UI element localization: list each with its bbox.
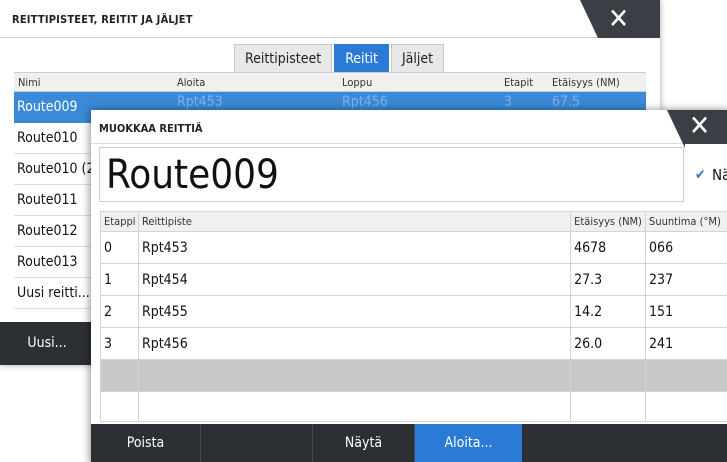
blank-cell xyxy=(137,391,572,422)
leg-number: 1 xyxy=(100,263,139,296)
empty-table-row xyxy=(100,359,727,392)
leg-waypoint: Rpt454 xyxy=(137,263,572,296)
leg-distance: 14.2 xyxy=(570,295,647,328)
route-name-field[interactable]: Route009 xyxy=(99,147,684,202)
edit-route-footer: Poista Näytä Aloita... xyxy=(91,424,727,462)
delete-button-label: Poista xyxy=(126,435,165,451)
tab-waypoints[interactable]: Reittipisteet xyxy=(234,44,333,72)
app-stage: REITTIPISTEET, REITIT JA JÄLJET ✕ Reitti… xyxy=(0,0,727,462)
table-row[interactable]: 2 Rpt455 14.2 151 xyxy=(100,295,727,328)
col-legs: Etapit xyxy=(504,76,534,89)
empty-cell xyxy=(570,359,647,392)
selected-row-distance: 67.5 xyxy=(552,94,581,110)
selected-route-row[interactable]: Rpt453 Rpt456 3 67.5 xyxy=(14,92,646,112)
close-icon: ✕ xyxy=(689,109,711,142)
col-leg-distance: Etäisyys (NM) xyxy=(570,211,647,232)
leg-bearing: 241 xyxy=(645,327,727,360)
empty-cell xyxy=(645,359,727,392)
back-dialog-title: REITTIPISTEET, REITIT JA JÄLJET xyxy=(12,13,193,26)
leg-waypoint: Rpt456 xyxy=(137,327,572,360)
blank-cell xyxy=(100,391,139,422)
back-close-button[interactable]: ✕ xyxy=(580,0,660,38)
col-name: Nimi xyxy=(18,76,41,89)
show-checkbox[interactable]: ✔ Näytä xyxy=(695,165,727,185)
leg-distance: 4678 xyxy=(570,231,647,264)
leg-bearing: 237 xyxy=(645,263,727,296)
col-waypoint: Reittipiste xyxy=(137,211,572,232)
show-checkbox-label: Näytä xyxy=(712,166,727,184)
route-legs-table: Etappi Reittipiste Etäisyys (NM) Suuntim… xyxy=(100,211,727,422)
edit-route-dialog: MUOKKAA REITTIÄ ✕ Route009 ✔ Näytä Etapp… xyxy=(91,110,727,462)
empty-cell xyxy=(137,359,572,392)
tab-bar: Reittipisteet Reitit Jäljet xyxy=(234,44,446,72)
route-item[interactable]: Route010 (2 xyxy=(14,154,94,185)
col-bearing: Suuntima (°M) xyxy=(645,211,727,232)
front-dialog-title-bar: MUOKKAA REITTIÄ ✕ xyxy=(91,109,727,148)
table-row[interactable]: 1 Rpt454 27.3 237 xyxy=(100,263,727,296)
leg-bearing: 151 xyxy=(645,295,727,328)
new-route-item[interactable]: Uusi reitti... xyxy=(14,278,94,309)
front-close-button[interactable]: ✕ xyxy=(667,109,727,148)
back-dialog-title-bar: REITTIPISTEET, REITIT JA JÄLJET ✕ xyxy=(0,0,660,38)
col-start: Aloita xyxy=(177,76,206,89)
col-leg: Etappi xyxy=(100,211,139,232)
blank-cell xyxy=(570,391,647,422)
route-item[interactable]: Route012 xyxy=(14,216,94,247)
check-icon: ✔ xyxy=(695,167,706,183)
show-button[interactable]: Näytä xyxy=(313,424,415,462)
blank-cell xyxy=(645,391,727,422)
leg-distance: 27.3 xyxy=(570,263,647,296)
route-item[interactable]: Route013 xyxy=(14,247,94,278)
leg-waypoint: Rpt453 xyxy=(137,231,572,264)
close-icon: ✕ xyxy=(608,2,630,35)
routes-table-header: Nimi Aloita Loppu Etapit Etäisyys (NM) xyxy=(14,72,646,92)
legs-table-header: Etappi Reittipiste Etäisyys (NM) Suuntim… xyxy=(100,211,727,232)
start-button[interactable]: Aloita... xyxy=(415,424,522,462)
blank-table-row xyxy=(100,391,727,422)
selected-row-legs: 3 xyxy=(504,94,513,110)
front-dialog-title: MUOKKAA REITTIÄ xyxy=(99,122,203,135)
col-end: Loppu xyxy=(342,76,373,89)
delete-button[interactable]: Poista xyxy=(91,424,201,462)
route-list: Route009 Route010 Route010 (2 Route011 R… xyxy=(14,92,94,309)
selected-row-start: Rpt453 xyxy=(177,94,223,110)
footer-spacer xyxy=(201,424,313,462)
empty-cell xyxy=(100,359,139,392)
leg-bearing: 066 xyxy=(645,231,727,264)
table-row[interactable]: 0 Rpt453 4678 066 xyxy=(100,231,727,264)
leg-waypoint: Rpt455 xyxy=(137,295,572,328)
leg-number: 2 xyxy=(100,295,139,328)
route-item[interactable]: Route010 xyxy=(14,123,94,154)
route-item[interactable]: Route011 xyxy=(14,185,94,216)
leg-number: 3 xyxy=(100,327,139,360)
tab-tracks[interactable]: Jäljet xyxy=(390,44,445,72)
tab-routes[interactable]: Reitit xyxy=(334,44,389,72)
route-name-text: Route009 xyxy=(106,152,279,198)
new-button[interactable]: Uusi... xyxy=(0,322,94,365)
selected-row-end: Rpt456 xyxy=(342,94,388,110)
route-item[interactable]: Route009 xyxy=(14,92,94,123)
leg-distance: 26.0 xyxy=(570,327,647,360)
leg-number: 0 xyxy=(100,231,139,264)
col-distance: Etäisyys (NM) xyxy=(552,76,620,89)
table-row[interactable]: 3 Rpt456 26.0 241 xyxy=(100,327,727,360)
